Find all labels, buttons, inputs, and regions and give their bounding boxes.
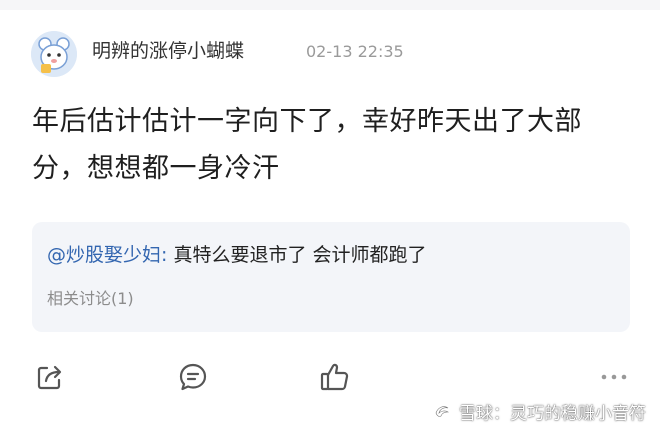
quote-username[interactable]: @炒股娶少妇: [47,244,167,266]
like-button[interactable] [315,355,355,399]
more-button[interactable] [594,355,634,399]
more-icon [601,374,627,380]
avatar[interactable] [31,31,77,77]
comment-icon [179,363,207,391]
share-button[interactable] [30,355,70,399]
like-icon [320,363,349,391]
comment-button[interactable] [173,355,213,399]
author-name[interactable]: 明辨的涨停小蝴蝶 [92,38,244,64]
xueqiu-logo-icon [435,405,449,417]
watermark-text: 雪球：灵巧的稳赚小音符 [459,404,646,424]
quote-text: 真特么要退市了 会计师都跑了 [167,244,427,266]
post-content: 年后估计估计一字向下了，幸好昨天出了大部分，想想都一身冷汗 [32,106,582,184]
post-time: 02-13 22:35 [306,42,404,61]
quote-line: @炒股娶少妇: 真特么要退市了 会计师都跑了 [47,241,427,269]
quoted-post[interactable]: @炒股娶少妇: 真特么要退市了 会计师都跑了 相关讨论(1) [32,222,630,332]
share-icon [37,365,62,390]
related-discussion-link[interactable]: 相关讨论(1) [47,288,134,310]
top-divider [0,0,660,10]
watermark: 雪球：灵巧的稳赚小音符 [433,399,646,424]
action-bar [0,355,660,403]
